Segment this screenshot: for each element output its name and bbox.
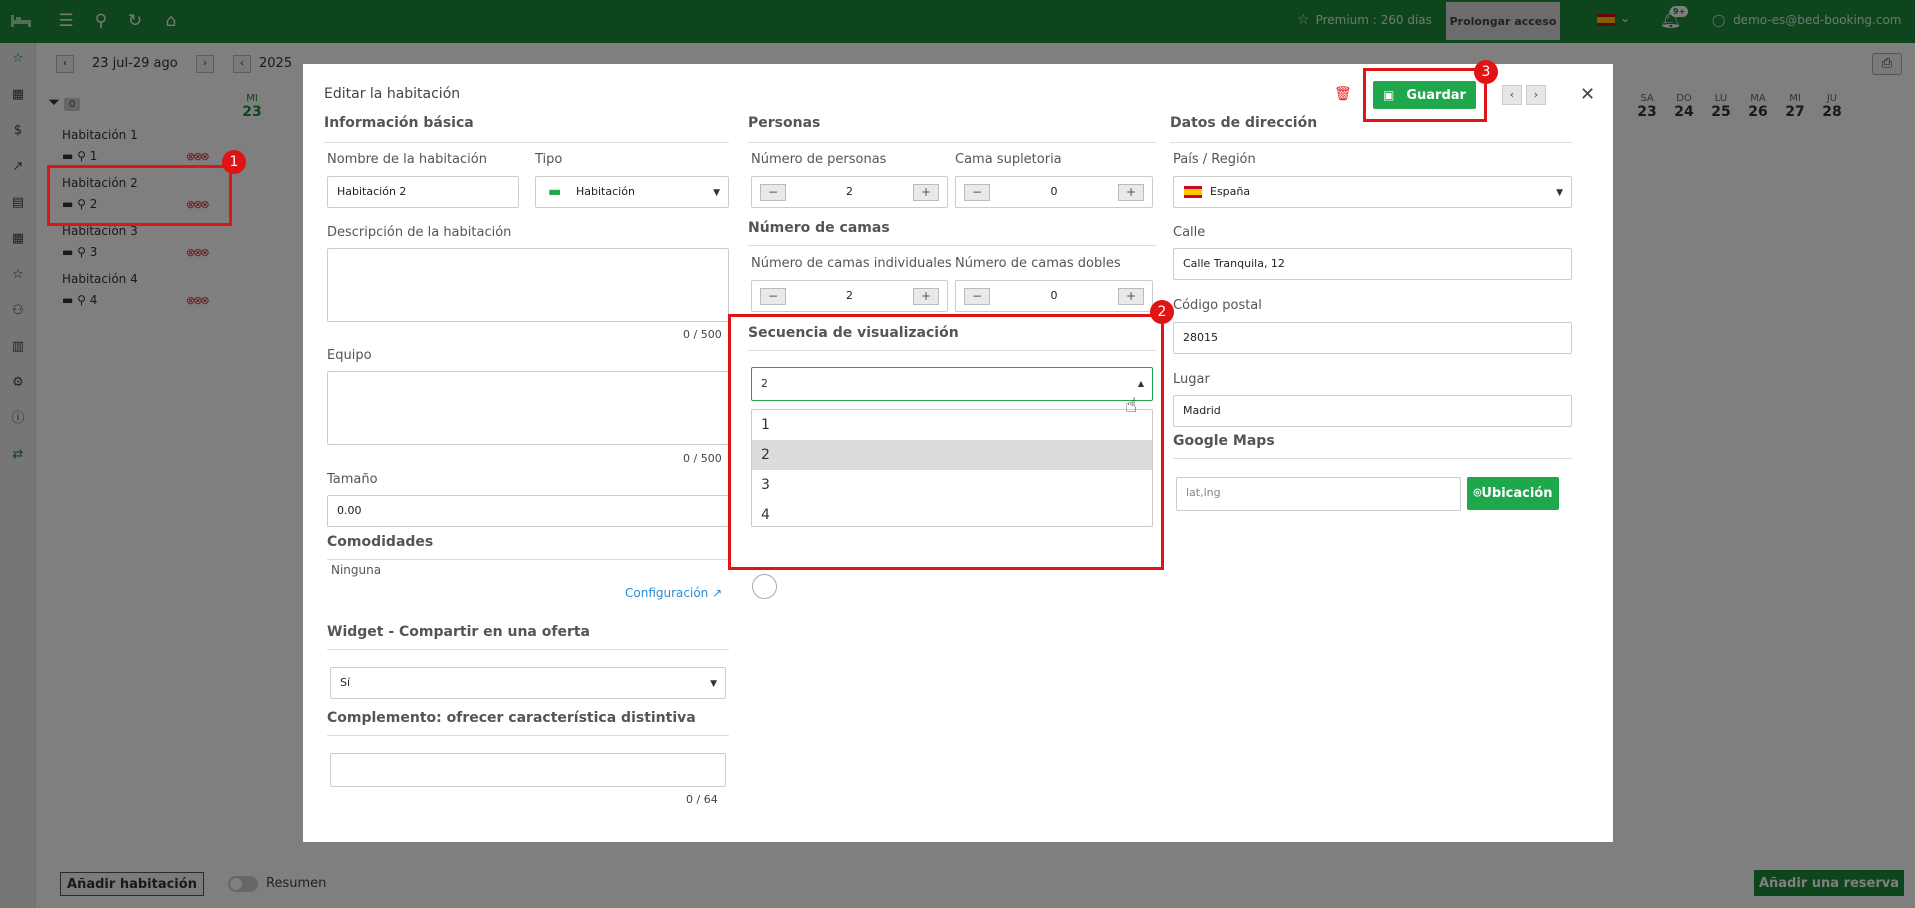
extra-bed-label: Cama supletoria xyxy=(955,152,1062,167)
double-beds-stepper: − 0 + xyxy=(955,280,1153,312)
config-link-text: Configuración xyxy=(625,586,709,600)
location-button[interactable]: ⌾Ubicación xyxy=(1467,477,1559,510)
country-label: País / Región xyxy=(1173,152,1256,167)
caret-down-icon: ▼ xyxy=(710,679,717,689)
annotation-box-3 xyxy=(1363,68,1487,122)
annotation-badge-1: 1 xyxy=(222,150,246,174)
divider xyxy=(327,559,729,560)
double-beds-label: Número de camas dobles xyxy=(955,256,1121,271)
annotation-box-2 xyxy=(728,314,1164,570)
equipment-textarea[interactable] xyxy=(327,371,729,445)
next-room-icon[interactable]: › xyxy=(1526,85,1546,105)
extra-bed-stepper: − 0 + xyxy=(955,176,1153,208)
persons-count-value[interactable]: 2 xyxy=(782,185,917,198)
amenities-value: Ninguna xyxy=(331,563,382,577)
spain-flag-icon xyxy=(1184,186,1202,198)
equipment-counter: 0 / 500 xyxy=(683,452,722,465)
equipment-label: Equipo xyxy=(327,348,372,363)
address-heading: Datos de dirección xyxy=(1170,115,1318,131)
single-beds-label: Número de camas individuales xyxy=(751,256,952,271)
complement-input[interactable] xyxy=(330,753,726,787)
description-label: Descripción de la habitación xyxy=(327,225,512,240)
description-counter: 0 / 500 xyxy=(683,328,722,341)
bed-icon: ▬ xyxy=(548,184,562,200)
size-input[interactable]: 0.00 xyxy=(327,495,729,527)
amenities-heading: Comodidades xyxy=(327,534,434,550)
city-input[interactable]: Madrid xyxy=(1173,395,1572,427)
trash-icon[interactable]: 🗑︎ xyxy=(1334,86,1352,102)
divider xyxy=(1173,458,1572,459)
description-textarea[interactable] xyxy=(327,248,729,322)
double-beds-value[interactable]: 0 xyxy=(986,289,1122,302)
plus-button[interactable]: + xyxy=(1118,288,1144,305)
plus-button[interactable]: + xyxy=(913,288,939,305)
basic-info-heading: Información básica xyxy=(324,115,474,131)
street-input[interactable]: Calle Tranquila, 12 xyxy=(1173,248,1572,280)
persons-count-label: Número de personas xyxy=(751,152,887,167)
type-value: Habitación xyxy=(576,185,635,198)
room-name-input[interactable]: Habitación 2 xyxy=(327,176,519,208)
annotation-badge-2: 2 xyxy=(1150,300,1174,324)
street-label: Calle xyxy=(1173,225,1206,240)
single-beds-stepper: − 2 + xyxy=(751,280,948,312)
persons-count-stepper: − 2 + xyxy=(751,176,948,208)
extra-bed-value[interactable]: 0 xyxy=(986,185,1122,198)
annotation-badge-3: 3 xyxy=(1474,60,1498,84)
size-label: Tamaño xyxy=(327,472,378,487)
divider xyxy=(324,142,729,143)
google-maps-heading: Google Maps xyxy=(1173,433,1275,449)
postal-code-label: Código postal xyxy=(1173,298,1262,313)
annotation-box-1 xyxy=(47,165,232,226)
city-label: Lugar xyxy=(1173,372,1210,387)
country-value: España xyxy=(1210,185,1251,198)
type-select[interactable]: ▬ Habitación ▼ xyxy=(535,176,729,208)
location-label: Ubicación xyxy=(1481,486,1553,501)
close-icon[interactable]: ✕ xyxy=(1580,84,1595,105)
widget-value: Sí xyxy=(340,676,351,689)
coordinates-input[interactable]: lat,lng xyxy=(1176,477,1461,511)
postal-code-input[interactable]: 28015 xyxy=(1173,322,1572,354)
external-link-icon: ↗ xyxy=(712,586,723,600)
divider xyxy=(327,735,729,736)
color-swatch[interactable] xyxy=(752,574,777,599)
complement-counter: 0 / 64 xyxy=(686,793,718,806)
complement-heading: Complemento: ofrecer característica dist… xyxy=(327,710,696,726)
country-select[interactable]: España ▼ xyxy=(1173,176,1572,208)
plus-button[interactable]: + xyxy=(1118,184,1144,201)
configuration-link[interactable]: Configuración ↗ xyxy=(625,586,722,600)
persons-heading: Personas xyxy=(748,115,821,131)
type-label: Tipo xyxy=(535,152,563,167)
widget-heading: Widget - Compartir en una oferta xyxy=(327,624,590,640)
caret-down-icon: ▼ xyxy=(713,188,720,198)
plus-button[interactable]: + xyxy=(913,184,939,201)
caret-down-icon: ▼ xyxy=(1556,188,1563,198)
dialog-title: Editar la habitación xyxy=(324,86,461,102)
divider xyxy=(748,142,1156,143)
room-name-label: Nombre de la habitación xyxy=(327,152,487,167)
prev-room-icon[interactable]: ‹ xyxy=(1502,85,1522,105)
single-beds-value[interactable]: 2 xyxy=(782,289,917,302)
beds-heading: Número de camas xyxy=(748,220,890,236)
divider xyxy=(1170,142,1572,143)
widget-share-select[interactable]: Sí ▼ xyxy=(330,667,726,699)
divider xyxy=(748,245,1156,246)
divider xyxy=(327,649,729,650)
